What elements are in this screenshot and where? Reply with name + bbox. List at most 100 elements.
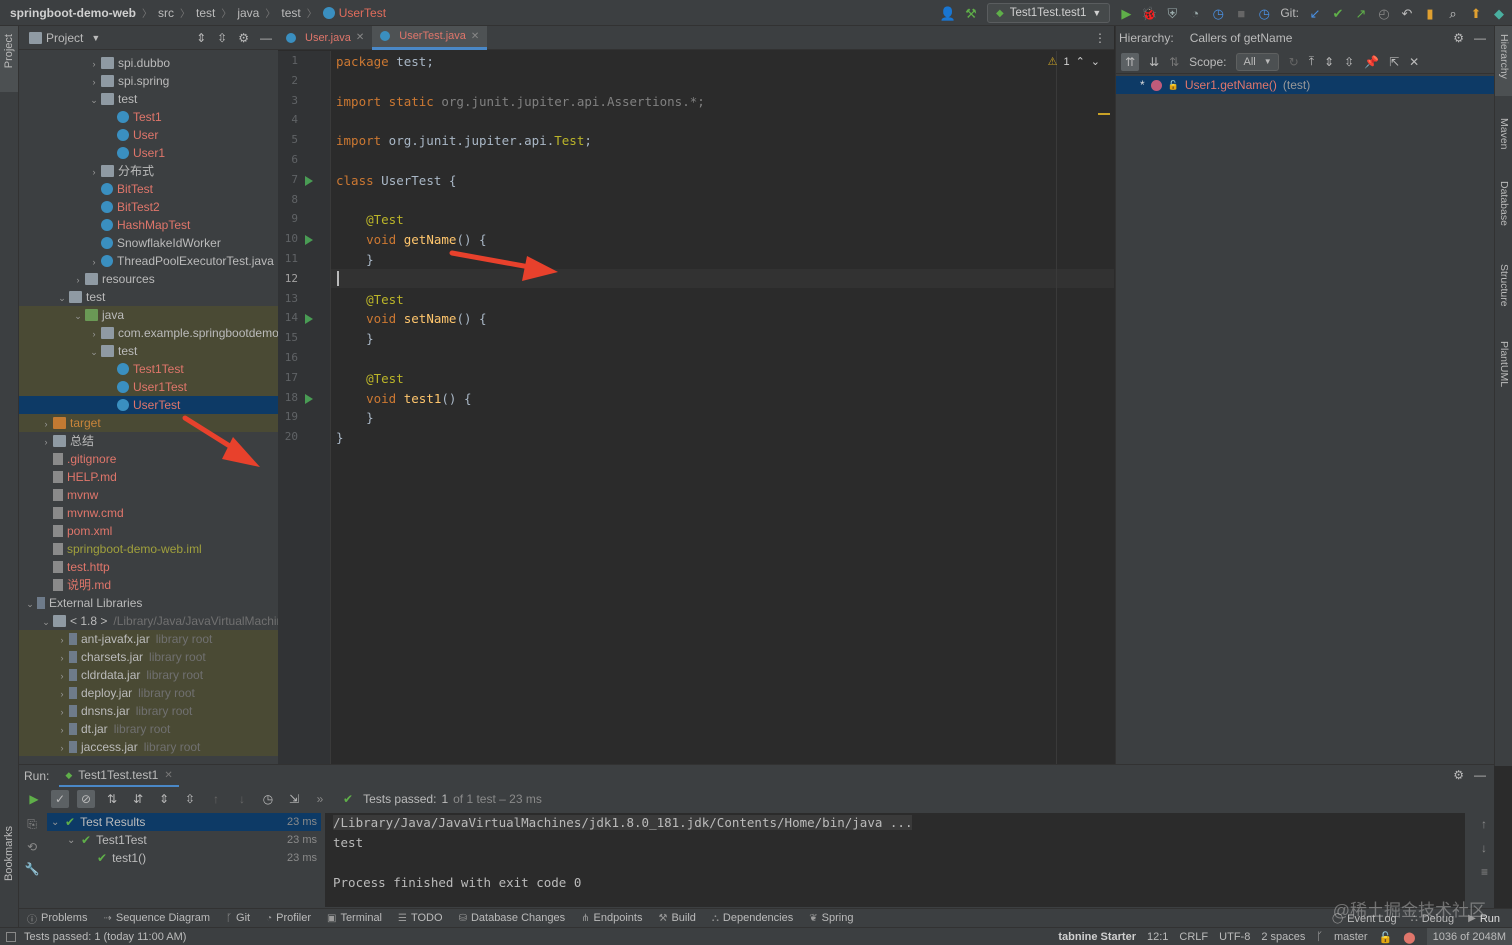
tree-item[interactable]: › ThreadPoolExecutorTest.java	[19, 252, 278, 270]
chevron-right-icon[interactable]: ›	[39, 415, 53, 433]
coverage-icon[interactable]: ⛨	[1165, 6, 1179, 20]
file-encoding[interactable]: UTF-8	[1219, 931, 1250, 943]
history-icon[interactable]: ◴	[1377, 6, 1391, 20]
warning-stripe-mark[interactable]	[1098, 113, 1110, 115]
editor-gutter[interactable]: 1 2 3 4 5 6 7 8 9 10 11 12 13 14 15 16 17 18 19 20	[278, 51, 331, 764]
tree-item[interactable]: BitTest	[19, 180, 278, 198]
tree-item[interactable]: › jaccess.jar library root	[19, 738, 278, 756]
scope-select[interactable]: All ▼	[1236, 52, 1279, 71]
chevron-down-icon[interactable]: ⌄	[1091, 55, 1100, 68]
chevron-down-icon[interactable]: ⌄	[71, 307, 85, 325]
wrench-icon[interactable]: 🔧	[25, 862, 40, 876]
refresh-icon[interactable]: ↻	[1289, 55, 1299, 69]
tree-item[interactable]: mvnw	[19, 486, 278, 504]
project-panel-title[interactable]: Project	[46, 31, 83, 45]
tool-window-problems[interactable]: ⓘ Problems	[19, 911, 95, 926]
hierarchy-stripe-button[interactable]: Hierarchy	[1495, 26, 1512, 96]
close-icon[interactable]: ✕	[356, 32, 364, 43]
chevron-down-icon[interactable]: ⌄	[67, 835, 81, 846]
collapse-all-icon[interactable]: ⇳	[181, 790, 199, 808]
pin-icon[interactable]: ⎘	[27, 817, 37, 832]
expand-all-icon[interactable]: ⇕	[196, 31, 206, 45]
close-icon[interactable]: ✕	[164, 770, 172, 781]
tree-item[interactable]: SnowflakeIdWorker	[19, 234, 278, 252]
bookmarks-stripe-label[interactable]: Bookmarks	[3, 826, 15, 881]
tree-item[interactable]: ⌄ test	[19, 90, 278, 108]
tool-window-database-changes[interactable]: ⛁ Database Changes	[451, 912, 574, 924]
chevron-right-icon[interactable]: ›	[55, 649, 69, 667]
tree-item[interactable]: User1	[19, 144, 278, 162]
rerun-icon[interactable]: ▶	[25, 790, 43, 808]
maven-stripe-label[interactable]: Maven	[1498, 118, 1510, 150]
sort-alpha-icon[interactable]: ⇅	[103, 790, 121, 808]
tree-item[interactable]: › dnsns.jar library root	[19, 702, 278, 720]
export-icon[interactable]: ⇱	[1389, 55, 1399, 69]
tabnine-status[interactable]: tabnine Starter	[1058, 931, 1136, 943]
soft-wrap-icon[interactable]: ≡	[1481, 865, 1488, 879]
run-test-icon[interactable]	[305, 235, 313, 246]
expand-all-icon[interactable]: ⇕	[155, 790, 173, 808]
tree-item[interactable]: ⌄ java	[19, 306, 278, 324]
run-tab[interactable]: ◆ Test1Test.test1 ✕	[59, 765, 179, 787]
tree-item[interactable]: › resources	[19, 270, 278, 288]
vcs-icon[interactable]: ▮	[1423, 6, 1437, 20]
tree-item[interactable]: › dt.jar library root	[19, 720, 278, 738]
structure-stripe-label[interactable]: Structure	[1498, 264, 1510, 307]
inspection-widget[interactable]: ⚠ 1 ⌃ ⌄	[1048, 55, 1100, 69]
callees-icon[interactable]: ⇊	[1149, 55, 1159, 69]
tree-item[interactable]: Test1	[19, 108, 278, 126]
show-ignored-icon[interactable]: ⊘	[77, 790, 95, 808]
breadcrumb-project[interactable]: springboot-demo-web	[10, 6, 136, 20]
tool-window-dependencies[interactable]: ⛬ Dependencies	[704, 912, 801, 924]
run-test-icon[interactable]	[305, 175, 313, 186]
chevron-right-icon[interactable]: ›	[55, 631, 69, 649]
database-stripe-label[interactable]: Database	[1498, 181, 1510, 226]
gear-icon[interactable]: ⚙	[1453, 31, 1464, 45]
update-icon[interactable]: ⬆	[1469, 6, 1483, 20]
tool-window-profiler[interactable]: ◔ Profiler	[258, 912, 319, 924]
git-update-icon[interactable]: ↙	[1308, 6, 1322, 20]
rollback-icon[interactable]: ↶	[1400, 6, 1414, 20]
callers-icon[interactable]: ⇈	[1121, 52, 1139, 71]
history-icon[interactable]: ◷	[259, 790, 277, 808]
tool-window-sequence-diagram[interactable]: ⇢ Sequence Diagram	[95, 912, 218, 924]
tree-item[interactable]: test.http	[19, 558, 278, 576]
run-configuration-select[interactable]: ◆ Test1Test.test1 ▼	[986, 3, 1111, 23]
chevron-down-icon[interactable]: ⌄	[87, 343, 101, 361]
tool-window-todo[interactable]: ☰ TODO	[390, 912, 451, 924]
run-test-icon[interactable]	[305, 393, 313, 404]
tree-item[interactable]: User	[19, 126, 278, 144]
memory-indicator[interactable]: 1036 of 2048M	[1426, 928, 1512, 945]
minimize-icon[interactable]: —	[1474, 768, 1486, 782]
status-message[interactable]: Tests passed: 1 (today 11:00 AM)	[24, 931, 186, 943]
collapse-all-icon[interactable]: ⇳	[1344, 55, 1354, 69]
chevron-down-icon[interactable]: ▼	[91, 33, 100, 43]
expand-all-icon[interactable]: ⇕	[1324, 55, 1334, 69]
tree-item[interactable]: ⌄ test	[19, 288, 278, 306]
chevron-right-icon[interactable]: ›	[71, 271, 85, 289]
minimize-icon[interactable]: —	[1474, 31, 1486, 45]
chevron-down-icon[interactable]: ⌄	[23, 595, 37, 613]
tree-item[interactable]: › ant-javafx.jar library root	[19, 630, 278, 648]
close-icon[interactable]: ✕	[1409, 55, 1419, 69]
tree-item[interactable]: › 总结	[19, 432, 278, 450]
tree-item[interactable]: › spi.spring	[19, 72, 278, 90]
scroll-up-icon[interactable]: ↑	[1481, 817, 1488, 831]
tab-usertest-java[interactable]: UserTest.java ✕	[372, 25, 488, 50]
tool-window-endpoints[interactable]: ⋔ Endpoints	[573, 912, 650, 924]
run-icon[interactable]: ▶	[1119, 6, 1133, 20]
lock-icon[interactable]: 🔓	[1379, 931, 1393, 944]
tree-item[interactable]: Test1Test	[19, 360, 278, 378]
tool-window-build[interactable]: ⚒ Build	[650, 912, 703, 924]
chevron-right-icon[interactable]: ›	[87, 253, 101, 271]
scroll-down-icon[interactable]: ↓	[1481, 841, 1488, 855]
chevron-right-icon[interactable]: ›	[87, 325, 101, 343]
chevron-right-icon[interactable]: ›	[39, 433, 53, 451]
indent-setting[interactable]: 2 spaces	[1261, 931, 1305, 943]
tree-item[interactable]: ⌄ < 1.8 > /Library/Java/JavaVirtualMachine…	[19, 612, 278, 630]
chevron-right-icon[interactable]: ›	[55, 721, 69, 739]
expand-icon[interactable]: ⤒	[1309, 54, 1314, 69]
chevron-right-icon[interactable]: ›	[87, 163, 101, 181]
tree-item[interactable]: 说明.md	[19, 576, 278, 594]
breadcrumb-package[interactable]: test	[281, 6, 300, 20]
